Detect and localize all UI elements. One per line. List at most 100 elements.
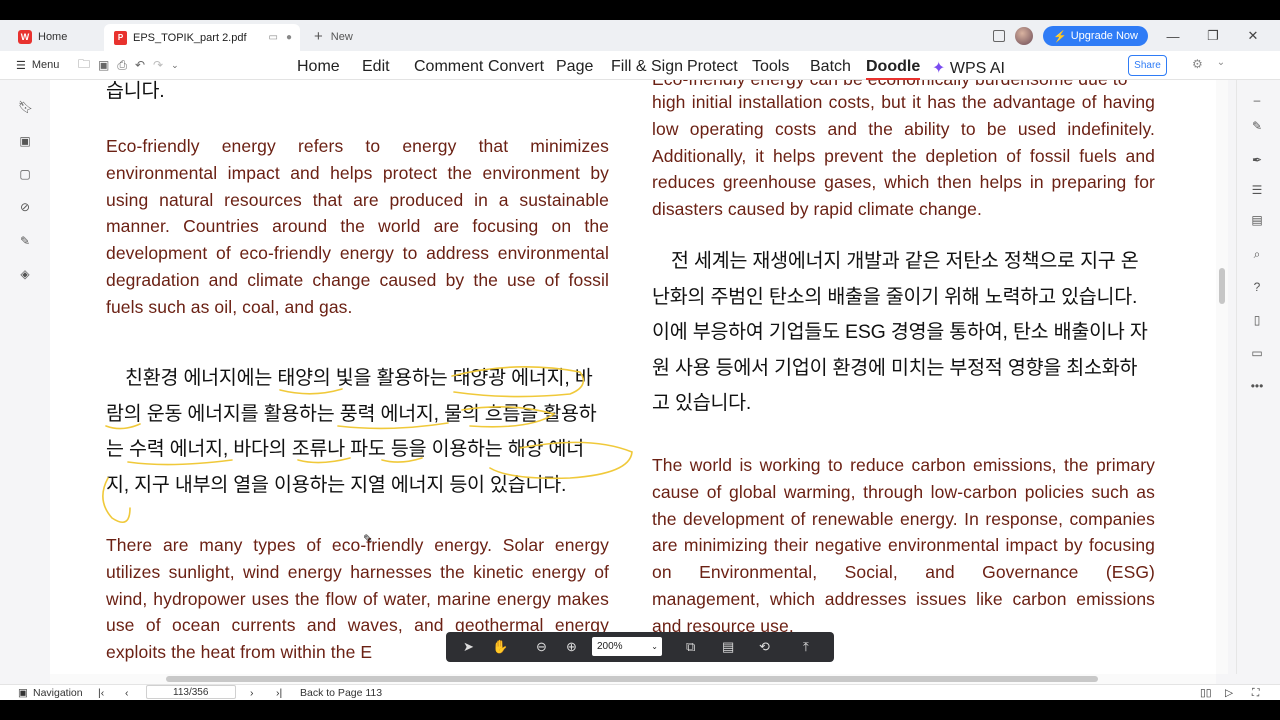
collapse-toolbar-icon[interactable]: ⤒ xyxy=(803,639,809,655)
floating-toolbar: ➤ ✋ ⊖ ⊕ 200% ⌄ ⧉ ▤ ⟲ ⤒ xyxy=(446,632,834,662)
book-icon[interactable]: ▯ xyxy=(1249,312,1265,328)
menu-tab-comment[interactable]: Comment xyxy=(414,58,483,76)
tab-home[interactable]: W Home xyxy=(10,25,98,49)
chevron-down-icon[interactable]: ⌄ xyxy=(1217,57,1225,71)
page-number-input[interactable]: 113/356 xyxy=(146,685,236,699)
navigation-panel-icon[interactable]: ▣ xyxy=(18,687,28,699)
chevron-down-icon[interactable]: ⌄ xyxy=(171,60,179,71)
menu-tab-fill-sign[interactable]: Fill & Sign xyxy=(611,58,683,76)
status-bar: ▣ Navigation |‹ ‹ 113/356 › ›| Back to P… xyxy=(0,684,1280,700)
navigation-label[interactable]: Navigation xyxy=(33,687,83,699)
sparkle-icon: ✦ xyxy=(932,60,946,77)
restore-tabs-icon[interactable] xyxy=(993,30,1006,42)
fit-page-icon[interactable]: ⧉ xyxy=(686,639,695,655)
menu-tab-tools[interactable]: Tools xyxy=(752,58,789,76)
menu-tab-wps-ai[interactable]: ✦ WPS AI xyxy=(932,58,1005,78)
comment-icon[interactable]: ▢ xyxy=(18,167,32,181)
zoom-in-icon[interactable]: ⊕ xyxy=(566,639,577,655)
doodle-stroke xyxy=(279,388,343,395)
save-icon[interactable]: ▣ xyxy=(98,58,109,72)
close-button[interactable]: ✕ xyxy=(1238,28,1268,44)
page-layout-icon[interactable]: ▤ xyxy=(722,639,734,655)
wps-ai-label: WPS AI xyxy=(949,60,1005,77)
hand-tool-icon[interactable]: ✋ xyxy=(492,639,508,655)
stamp-icon[interactable]: ▤ xyxy=(1249,212,1265,228)
reading-mode-icon[interactable]: ▯▯ xyxy=(1200,687,1212,699)
doodle-stroke xyxy=(489,441,633,480)
app-window: W Home P EPS_TOPIK_part 2.pdf ▭ ● + New … xyxy=(0,20,1280,700)
right-sidebar: – ✎ ✒ ☰ ▤ ⌕ ? ▯ ▭ ••• xyxy=(1236,80,1280,674)
scrollbar-thumb[interactable] xyxy=(166,676,1098,682)
minus-icon[interactable]: – xyxy=(1249,92,1265,108)
window-controls: ⚡ Upgrade Now — ❐ ✕ xyxy=(993,24,1280,48)
horizontal-scrollbar[interactable] xyxy=(50,674,1216,684)
scrollbar-thumb[interactable] xyxy=(1219,268,1225,304)
last-page-icon[interactable]: ›| xyxy=(276,687,282,699)
doodle-annotations xyxy=(102,366,633,524)
lightning-icon: ⚡ xyxy=(1053,30,1067,43)
document-icon[interactable]: ▭ xyxy=(1249,345,1265,361)
zoom-value: 200% xyxy=(597,641,623,652)
doodle-stroke xyxy=(461,406,556,428)
pen-tool-icon[interactable]: ✒ xyxy=(1249,152,1265,168)
attachment-icon[interactable]: ⊘ xyxy=(18,200,32,214)
left-sidebar: 🔖︎ ▣ ▢ ⊘ ✎ ◈ xyxy=(0,80,50,674)
fullscreen-icon[interactable]: ⛶ xyxy=(1252,687,1259,700)
next-page-icon[interactable]: › xyxy=(250,687,254,699)
select-cursor-icon[interactable]: ➤ xyxy=(463,639,474,655)
menu-tab-protect[interactable]: Protect xyxy=(687,58,738,76)
back-to-page-link[interactable]: Back to Page 113 xyxy=(300,687,382,699)
first-page-icon[interactable]: |‹ xyxy=(98,687,104,699)
menu-tab-convert[interactable]: Convert xyxy=(488,58,544,76)
share-button[interactable]: Share xyxy=(1128,55,1167,76)
zoom-select[interactable]: 200% ⌄ xyxy=(592,637,662,656)
open-folder-icon[interactable]: 🗀 xyxy=(78,55,90,76)
pen-cursor-icon: ✎ xyxy=(363,532,374,546)
bookmark-icon[interactable]: 🔖︎ xyxy=(18,100,33,114)
hamburger-icon: ☰ xyxy=(16,59,26,72)
menu-tab-batch[interactable]: Batch xyxy=(810,58,851,76)
doodle-stroke xyxy=(102,477,131,524)
text-align-icon[interactable]: ☰ xyxy=(1249,182,1265,198)
undo-icon[interactable]: ↶ xyxy=(135,58,145,72)
menu-right-icons: ⚙ ⌄ xyxy=(1192,57,1225,71)
settings-icon[interactable]: ⚙ xyxy=(1192,57,1203,71)
vertical-scrollbar[interactable] xyxy=(1216,80,1228,674)
menu-tab-home[interactable]: Home xyxy=(297,58,340,76)
prev-page-icon[interactable]: ‹ xyxy=(125,687,129,699)
new-tab-label: New xyxy=(330,30,353,43)
tab-home-label: Home xyxy=(38,31,68,43)
plus-icon: + xyxy=(314,28,323,45)
menu-tab-doodle[interactable]: Doodle xyxy=(866,58,921,80)
play-icon[interactable]: ▷ xyxy=(1225,687,1233,699)
rotate-icon[interactable]: ⟲ xyxy=(759,639,770,655)
avatar[interactable] xyxy=(1015,27,1034,45)
doodle-stroke xyxy=(451,366,585,398)
menu-tab-page[interactable]: Page xyxy=(556,58,593,76)
new-tab-button[interactable]: + New xyxy=(314,28,353,45)
minimize-button[interactable]: — xyxy=(1158,29,1188,44)
menu-button[interactable]: ☰ Menu xyxy=(16,51,59,79)
print-icon[interactable]: ⎙ xyxy=(117,58,127,73)
edit-icon[interactable]: ✎ xyxy=(1249,118,1265,134)
signature-icon[interactable]: ✎ xyxy=(18,234,32,248)
tab-bar: W Home P EPS_TOPIK_part 2.pdf ▭ ● + New … xyxy=(0,20,1280,51)
monitor-icon[interactable]: ▭ xyxy=(269,32,278,43)
redo-icon[interactable]: ↷ xyxy=(153,58,163,72)
more-icon[interactable]: ••• xyxy=(1249,378,1265,394)
search-icon[interactable]: ⌕ xyxy=(1249,246,1265,262)
zoom-out-icon[interactable]: ⊖ xyxy=(536,639,547,655)
maximize-button[interactable]: ❐ xyxy=(1198,28,1228,44)
menu-bar: ☰ Menu 🗀 ▣ ⎙ ↶ ↷ ⌄ Home Edit Comment Con… xyxy=(0,51,1280,80)
help-icon[interactable]: ? xyxy=(1249,279,1265,295)
pdf-file-icon: P xyxy=(114,30,127,45)
menu-label: Menu xyxy=(31,59,60,71)
thumbnail-icon[interactable]: ▣ xyxy=(18,134,32,148)
layers-icon[interactable]: ◈ xyxy=(18,267,32,281)
upgrade-button[interactable]: ⚡ Upgrade Now xyxy=(1043,26,1148,46)
tab-document-label: EPS_TOPIK_part 2.pdf xyxy=(133,31,247,44)
menu-tab-edit[interactable]: Edit xyxy=(362,58,390,76)
tab-document[interactable]: P EPS_TOPIK_part 2.pdf ▭ ● xyxy=(104,24,300,51)
document-page: 습니다. Eco-friendly energy refers to energ… xyxy=(50,80,1216,674)
upgrade-label: Upgrade Now xyxy=(1070,30,1138,42)
